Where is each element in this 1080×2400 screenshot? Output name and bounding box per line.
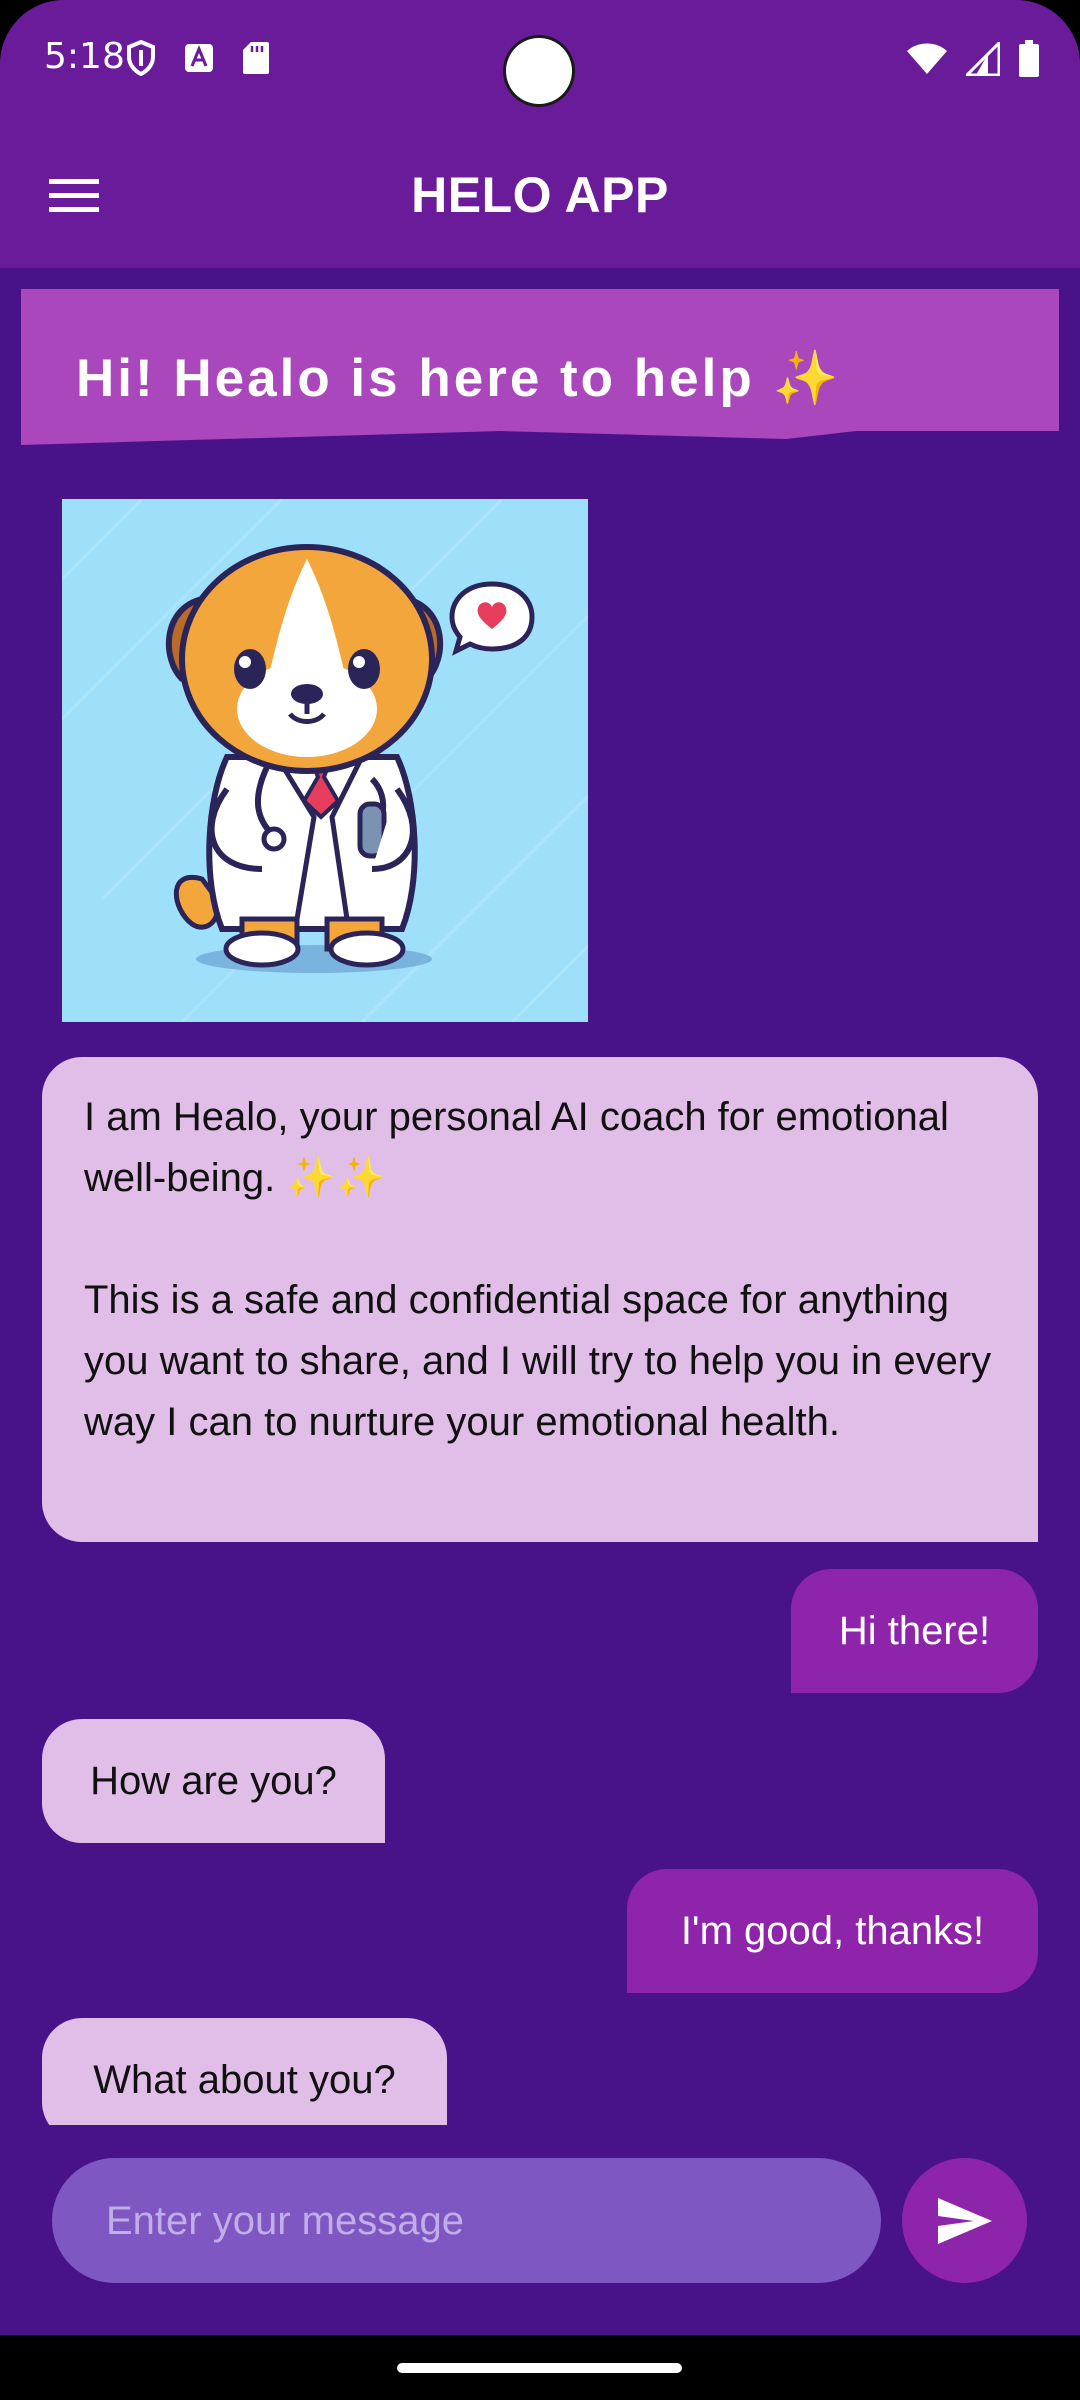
signal-icon — [966, 42, 1000, 76]
gesture-navigation-handle[interactable] — [397, 2363, 682, 2373]
wifi-icon — [907, 43, 947, 74]
app-screen: 5:18 HELO APP Hi! Healo is here to help … — [0, 0, 1080, 2335]
chat-message-list[interactable]: I am Healo, your personal AI coach for e… — [0, 1040, 1080, 2125]
app-bar: HELO APP — [0, 122, 1080, 268]
message-input[interactable] — [104, 2158, 848, 2285]
message-text: I am Healo, your personal AI coach for e… — [84, 1095, 992, 1444]
bot-message-bubble: How are you? — [42, 1719, 385, 1843]
message-text: I'm good, thanks! — [680, 1908, 985, 1953]
shield-icon — [127, 40, 155, 76]
status-icons-right — [906, 40, 1040, 78]
status-time: 5:18 — [44, 36, 125, 77]
status-bar: 5:18 — [0, 0, 1080, 122]
banner-text: Hi! Healo is here to help ✨ — [76, 349, 842, 408]
message-text: How are you? — [90, 1758, 337, 1803]
bot-message-bubble: What about you? — [42, 2018, 447, 2125]
dog-doctor-mascot — [62, 499, 588, 1022]
user-message-bubble: I'm good, thanks! — [627, 1869, 1038, 1993]
heart-speech-bubble-icon — [449, 581, 535, 656]
status-icons-left — [126, 40, 270, 76]
sd-card-icon — [243, 42, 269, 74]
user-message-bubble: Hi there! — [791, 1569, 1038, 1693]
bot-message-bubble: I am Healo, your personal AI coach for e… — [42, 1057, 1038, 1542]
send-icon — [937, 2197, 992, 2244]
message-text: What about you? — [93, 2057, 396, 2102]
send-button[interactable] — [902, 2158, 1027, 2283]
screen: 5:18 HELO APP Hi! Healo is here to help … — [0, 0, 1080, 2400]
message-text: Hi there! — [838, 1608, 991, 1653]
app-title: HELO APP — [411, 167, 669, 223]
font-a-icon — [185, 44, 213, 72]
camera-cutout — [506, 38, 572, 104]
mascot-image — [62, 499, 588, 1022]
battery-icon — [1019, 40, 1039, 77]
welcome-banner: Hi! Healo is here to help ✨ — [21, 289, 1059, 445]
message-input-container — [52, 2158, 881, 2285]
